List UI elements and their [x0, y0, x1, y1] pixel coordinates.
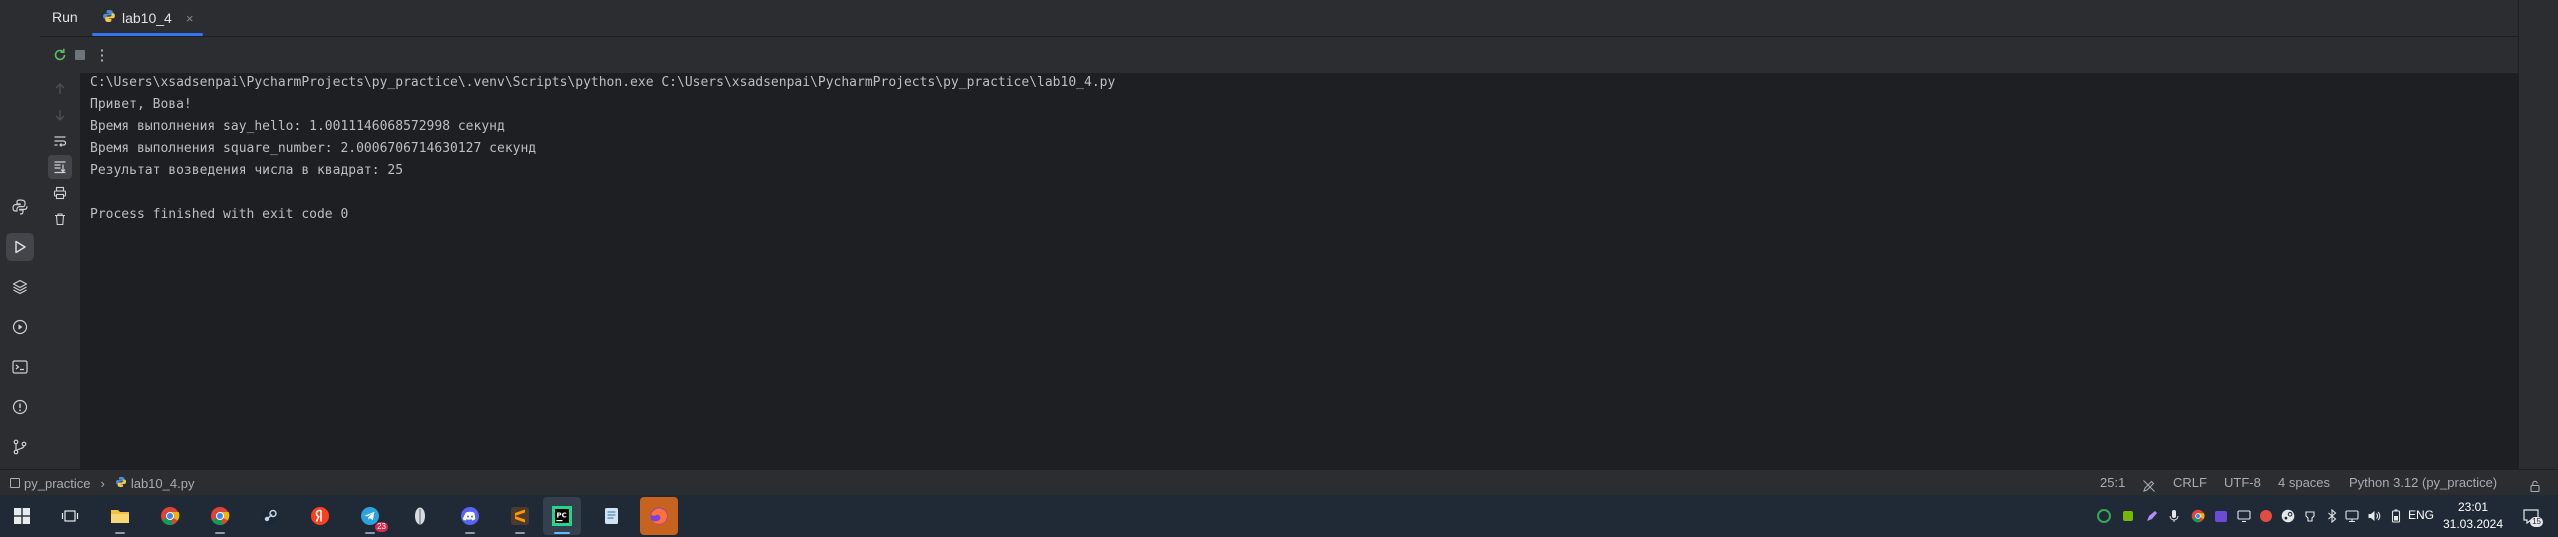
chrome-profile-icon[interactable]: [201, 497, 239, 535]
python-file-icon: [102, 9, 116, 28]
arrow-up-icon[interactable]: [48, 77, 72, 101]
telegram-icon[interactable]: 23: [351, 497, 389, 535]
discord-icon[interactable]: [451, 497, 489, 535]
console-line: Время выполнения say_hello: 1.0011146068…: [90, 119, 505, 134]
firefox-icon[interactable]: [640, 497, 678, 535]
console-line: Process finished with exit code 0: [90, 207, 349, 222]
python-interpreter[interactable]: Python 3.12 (py_practice): [2349, 470, 2497, 496]
network-app-icon[interactable]: [2120, 508, 2136, 524]
git-icon[interactable]: [6, 433, 34, 461]
status-bar: py_practice › lab10_4.py 25:1 CRLF UTF-8…: [0, 469, 2558, 496]
more-options-icon[interactable]: ⋮: [90, 43, 114, 67]
console-line: Результат возведения числа в квадрат: 25: [90, 163, 404, 178]
run-toolbar: ⋮: [40, 37, 2518, 73]
svg-text:PC: PC: [557, 512, 567, 520]
notepad-icon[interactable]: [593, 497, 631, 535]
telegram-unread-badge: 23: [375, 522, 388, 532]
line-separator[interactable]: CRLF: [2173, 470, 2207, 496]
no-editing-icon[interactable]: [2142, 476, 2156, 492]
feather-app-icon[interactable]: [401, 497, 439, 535]
pen-icon[interactable]: [2144, 508, 2160, 524]
input-language[interactable]: ENG: [2407, 508, 2435, 522]
pycharm-icon[interactable]: PC: [543, 497, 581, 535]
run-panel-title: Run: [52, 9, 78, 25]
trash-icon[interactable]: [48, 207, 72, 231]
run-tool-icon[interactable]: [6, 233, 34, 261]
volume-icon[interactable]: [2366, 508, 2382, 524]
arrow-down-icon[interactable]: [48, 103, 72, 127]
python-file-icon: [115, 471, 127, 496]
chrome-icon[interactable]: [151, 497, 189, 535]
steam-tray-icon[interactable]: [2280, 508, 2296, 524]
display-icon[interactable]: [2236, 508, 2252, 524]
taskbar: 23 PC ENG 23:01 31.03.2024 15: [0, 495, 2558, 537]
caret-position[interactable]: 25:1: [2100, 470, 2125, 496]
task-view-icon[interactable]: [51, 497, 89, 535]
soft-wrap-icon[interactable]: [48, 129, 72, 153]
chevron-right-icon: ›: [100, 475, 105, 491]
bluetooth-icon[interactable]: [2324, 508, 2340, 524]
chrome-tray-icon[interactable]: [2190, 508, 2206, 524]
print-icon[interactable]: [48, 181, 72, 205]
battery-icon[interactable]: [2388, 508, 2404, 524]
clock-time[interactable]: 23:01: [2440, 500, 2506, 514]
microphone-icon[interactable]: [2166, 508, 2182, 524]
usb-icon[interactable]: [2302, 508, 2318, 524]
console-line: Время выполнения square_number: 2.000670…: [90, 141, 537, 156]
problems-icon[interactable]: [6, 393, 34, 421]
indent-setting[interactable]: 4 spaces: [2278, 470, 2330, 496]
yandex-browser-icon[interactable]: [301, 497, 339, 535]
scroll-to-end-icon[interactable]: [48, 155, 72, 179]
run-panel-header: Run lab10_4 ×: [40, 0, 2518, 37]
tab-lab10-4[interactable]: lab10_4 ×: [92, 0, 204, 36]
breadcrumb-file[interactable]: lab10_4.py: [131, 471, 195, 496]
windows-start-icon[interactable]: [3, 497, 41, 535]
breadcrumb: py_practice › lab10_4.py: [10, 470, 194, 496]
file-explorer-icon[interactable]: [101, 497, 139, 535]
tab-label: lab10_4: [122, 10, 172, 26]
close-icon[interactable]: ×: [186, 11, 194, 26]
active-tab-indicator: [92, 33, 204, 36]
sublime-text-icon[interactable]: [501, 497, 539, 535]
layers-icon[interactable]: [6, 273, 34, 301]
right-tool-strip: [2518, 0, 2558, 469]
breadcrumb-project[interactable]: py_practice: [24, 471, 90, 496]
console-side-toolbar: [40, 73, 81, 469]
network-icon[interactable]: [2344, 508, 2360, 524]
steam-icon[interactable]: [251, 497, 289, 535]
file-encoding[interactable]: UTF-8: [2224, 470, 2261, 496]
services-icon[interactable]: [6, 313, 34, 341]
stop-icon[interactable]: [68, 43, 92, 67]
python-console-icon[interactable]: [6, 193, 34, 221]
notification-center-icon[interactable]: 15: [2521, 506, 2543, 527]
browser-tray-icon[interactable]: [2258, 508, 2274, 524]
tool-window-strip: [0, 0, 41, 469]
console-output[interactable]: C:\Users\xsadsenpai\PycharmProjects\py_p…: [81, 73, 2518, 469]
notification-count-badge: 15: [2530, 517, 2543, 527]
lock-icon[interactable]: [2528, 476, 2542, 493]
terminal-icon[interactable]: [6, 353, 34, 381]
folder-icon: [10, 478, 20, 488]
console-line: C:\Users\xsadsenpai\PycharmProjects\py_p…: [90, 75, 1116, 90]
console-line: Привет, Вова!: [90, 97, 192, 112]
app-tray-icon[interactable]: [2213, 508, 2229, 524]
nvidia-icon[interactable]: [2096, 508, 2112, 524]
clock-date[interactable]: 31.03.2024: [2440, 517, 2506, 531]
